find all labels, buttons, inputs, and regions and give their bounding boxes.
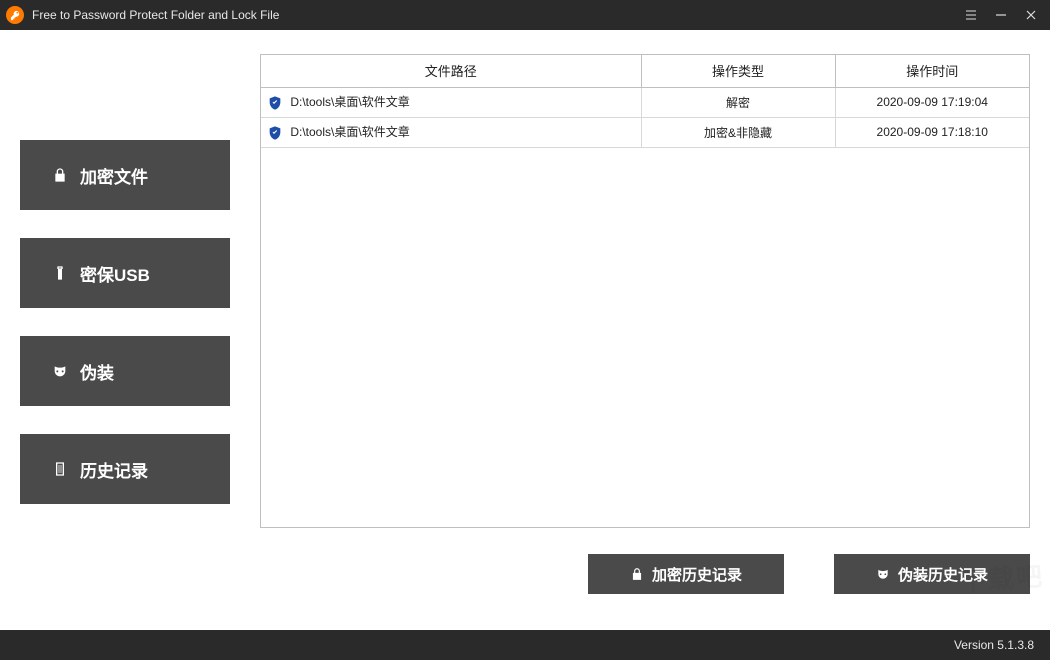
sidebar-item-history[interactable]: 历史记录 xyxy=(20,434,230,504)
sidebar-item-label: 密保USB xyxy=(80,261,150,286)
sidebar-item-usb[interactable]: 密保USB xyxy=(20,238,230,308)
button-label: 伪装历史记录 xyxy=(898,564,988,585)
mask-icon xyxy=(876,566,890,582)
usb-icon xyxy=(50,264,70,282)
sidebar-item-disguise[interactable]: 伪装 xyxy=(20,336,230,406)
cell-op: 加密&非隐藏 xyxy=(641,117,835,147)
lock-icon xyxy=(50,166,70,184)
table-row[interactable]: D:\tools\桌面\软件文章 解密 2020-09-09 17:19:04 xyxy=(261,87,1029,117)
col-header-time[interactable]: 操作时间 xyxy=(835,55,1029,87)
col-header-path[interactable]: 文件路径 xyxy=(261,55,641,87)
title-bar: Free to Password Protect Folder and Lock… xyxy=(0,0,1050,30)
status-bar: Version 5.1.3.8 xyxy=(0,630,1050,660)
main-area: 加密文件 密保USB 伪装 历史记录 文件路径 xyxy=(0,30,1050,630)
close-button[interactable] xyxy=(1016,0,1046,30)
app-logo-icon xyxy=(6,6,24,24)
sidebar-item-label: 伪装 xyxy=(80,359,114,384)
menu-button[interactable] xyxy=(956,0,986,30)
encrypt-history-button[interactable]: 加密历史记录 xyxy=(588,554,784,594)
disguise-history-button[interactable]: 伪装历史记录 xyxy=(834,554,1030,594)
mask-icon xyxy=(50,362,70,380)
sidebar-item-encrypt-file[interactable]: 加密文件 xyxy=(20,140,230,210)
sidebar-item-label: 历史记录 xyxy=(80,457,148,482)
shield-check-icon xyxy=(267,125,283,141)
sidebar: 加密文件 密保USB 伪装 历史记录 xyxy=(20,140,230,532)
cell-time: 2020-09-09 17:18:10 xyxy=(835,117,1029,147)
window-title: Free to Password Protect Folder and Lock… xyxy=(32,8,279,22)
table-header-row: 文件路径 操作类型 操作时间 xyxy=(261,55,1029,87)
col-header-op[interactable]: 操作类型 xyxy=(641,55,835,87)
shield-check-icon xyxy=(267,95,283,111)
button-label: 加密历史记录 xyxy=(652,564,742,585)
cell-path: D:\tools\桌面\软件文章 xyxy=(261,117,641,147)
table-row[interactable]: D:\tools\桌面\软件文章 加密&非隐藏 2020-09-09 17:18… xyxy=(261,117,1029,147)
bottom-button-row: 加密历史记录 伪装历史记录 xyxy=(588,554,1030,594)
history-icon xyxy=(50,460,70,478)
sidebar-item-label: 加密文件 xyxy=(80,163,148,188)
minimize-button[interactable] xyxy=(986,0,1016,30)
cell-op: 解密 xyxy=(641,87,835,117)
cell-time: 2020-09-09 17:19:04 xyxy=(835,87,1029,117)
cell-path: D:\tools\桌面\软件文章 xyxy=(261,87,641,117)
lock-icon xyxy=(630,566,644,582)
version-label: Version 5.1.3.8 xyxy=(954,638,1034,652)
history-table: 文件路径 操作类型 操作时间 D:\tools\桌面\软件文章 解密 2020-… xyxy=(260,54,1030,528)
